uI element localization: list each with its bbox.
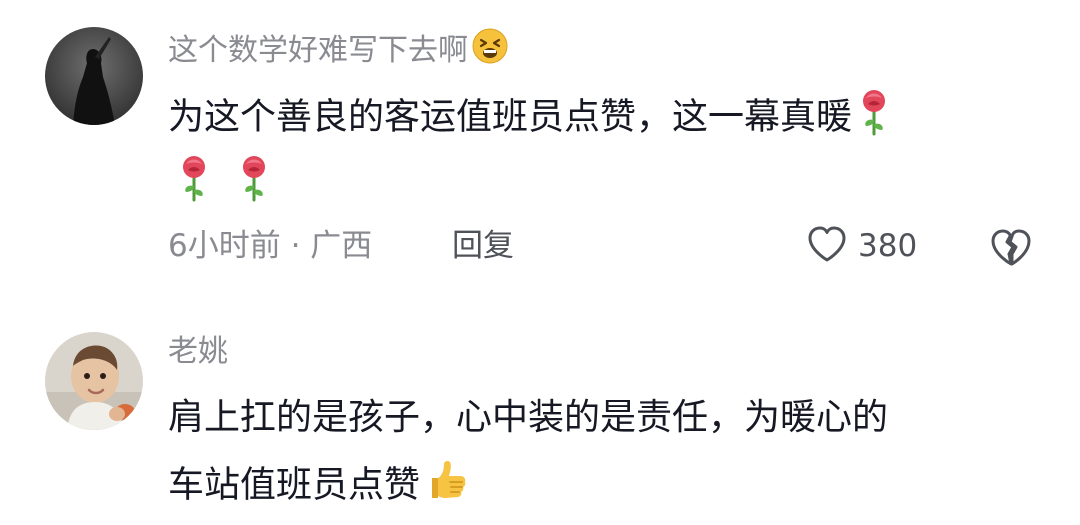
comment-username[interactable]: 这个数学好难写下去啊 (168, 28, 508, 75)
username-text[interactable]: 这个数学好难写下去啊 (168, 33, 468, 68)
tired-face-emoji (472, 28, 508, 75)
like-count: 380 (858, 228, 918, 264)
comment-text: 车站值班员点赞 (168, 458, 468, 515)
comment-text-line: 肩上扛的是孩子，心中装的是责任，为暖心的 (168, 397, 889, 438)
rose-emoji (236, 154, 272, 215)
comment-text-line: 车站值班员点赞 (168, 464, 421, 506)
comment-meta: 6小时前 · 广西 (168, 228, 373, 264)
like-button[interactable]: 380 (806, 224, 917, 268)
comment-username[interactable]: 老姚 (168, 332, 228, 372)
comment-text: 肩上扛的是孩子，心中装的是责任，为暖心的 (168, 394, 888, 442)
username-text[interactable]: 老姚 (168, 334, 228, 369)
comment-text-emojis (168, 154, 272, 215)
dislike-button[interactable] (988, 226, 1034, 272)
rose-emoji (176, 154, 212, 215)
thumbs-up-emoji (424, 458, 468, 515)
avatar[interactable] (45, 27, 143, 125)
comment-text: 为这个善良的客运值班员点赞，这一幕真暖 (168, 88, 892, 149)
heart-outline-icon[interactable] (806, 224, 848, 268)
rose-emoji (856, 88, 892, 149)
broken-heart-icon[interactable] (988, 229, 1034, 272)
avatar[interactable] (45, 332, 143, 430)
comment-text-line: 为这个善良的客运值班员点赞，这一幕真暖 (168, 96, 853, 138)
reply-button[interactable]: 回复 (452, 224, 514, 268)
